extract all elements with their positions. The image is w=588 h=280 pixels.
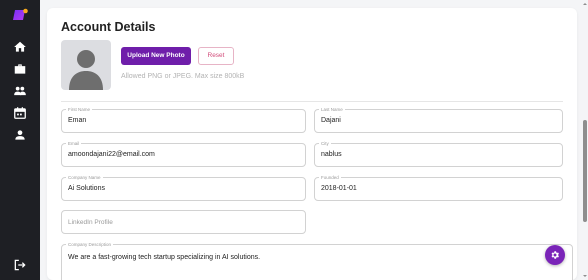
email-field[interactable]: Email amoondajani22@email.com xyxy=(61,140,306,167)
company-name-label: Company Name xyxy=(66,174,103,181)
account-details-card: Account Details Upload New Photo Reset A… xyxy=(47,8,577,280)
settings-gear-icon xyxy=(551,251,559,259)
page-scrollbar[interactable] xyxy=(582,0,588,280)
photo-hint: Allowed PNG or JPEG. Max size 800kB xyxy=(121,73,245,80)
first-name-label: First Name xyxy=(66,106,93,113)
scroll-down-icon[interactable] xyxy=(583,274,587,278)
last-name-field[interactable]: Last Name Dajani xyxy=(314,106,563,133)
scroll-thumb[interactable] xyxy=(583,120,587,222)
reset-photo-button[interactable]: Reset xyxy=(198,47,234,65)
first-name-field[interactable]: First Name Eman xyxy=(61,106,306,133)
first-name-value: Eman xyxy=(68,117,87,124)
last-name-label: Last Name xyxy=(319,106,345,113)
home-icon[interactable] xyxy=(13,40,27,54)
company-description-field[interactable]: Company Description We are a fast-growin… xyxy=(61,241,573,280)
divider xyxy=(61,101,563,102)
settings-fab[interactable] xyxy=(545,245,565,265)
scroll-up-icon[interactable] xyxy=(583,2,587,6)
email-value: amoondajani22@email.com xyxy=(68,151,155,158)
briefcase-icon[interactable] xyxy=(13,62,27,76)
city-label: City xyxy=(319,140,331,147)
upload-photo-button[interactable]: Upload New Photo xyxy=(121,47,191,65)
city-value: nablus xyxy=(321,151,342,158)
brand-logo[interactable] xyxy=(12,8,28,22)
city-field[interactable]: City nablus xyxy=(314,140,563,167)
logout-icon[interactable] xyxy=(13,258,27,272)
avatar-placeholder xyxy=(61,40,111,90)
company-name-field[interactable]: Company Name Ai Solutions xyxy=(61,174,306,201)
group-icon[interactable] xyxy=(13,84,27,98)
founded-label: Founded xyxy=(319,174,341,181)
calendar-icon[interactable] xyxy=(13,106,27,120)
company-name-value: Ai Solutions xyxy=(68,185,105,192)
person-icon[interactable] xyxy=(13,128,27,142)
linkedin-field[interactable]: LinkedIn Profile xyxy=(61,210,306,234)
company-description-label: Company Description xyxy=(66,241,114,248)
founded-value: 2018-01-01 xyxy=(321,185,357,192)
founded-field[interactable]: Founded 2018-01-01 xyxy=(314,174,563,201)
last-name-value: Dajani xyxy=(321,117,341,124)
email-label: Email xyxy=(66,140,82,147)
linkedin-placeholder: LinkedIn Profile xyxy=(68,219,113,226)
company-description-value: We are a fast-growing tech startup speci… xyxy=(68,254,261,261)
page-title: Account Details xyxy=(61,20,156,34)
sidebar xyxy=(0,0,40,280)
